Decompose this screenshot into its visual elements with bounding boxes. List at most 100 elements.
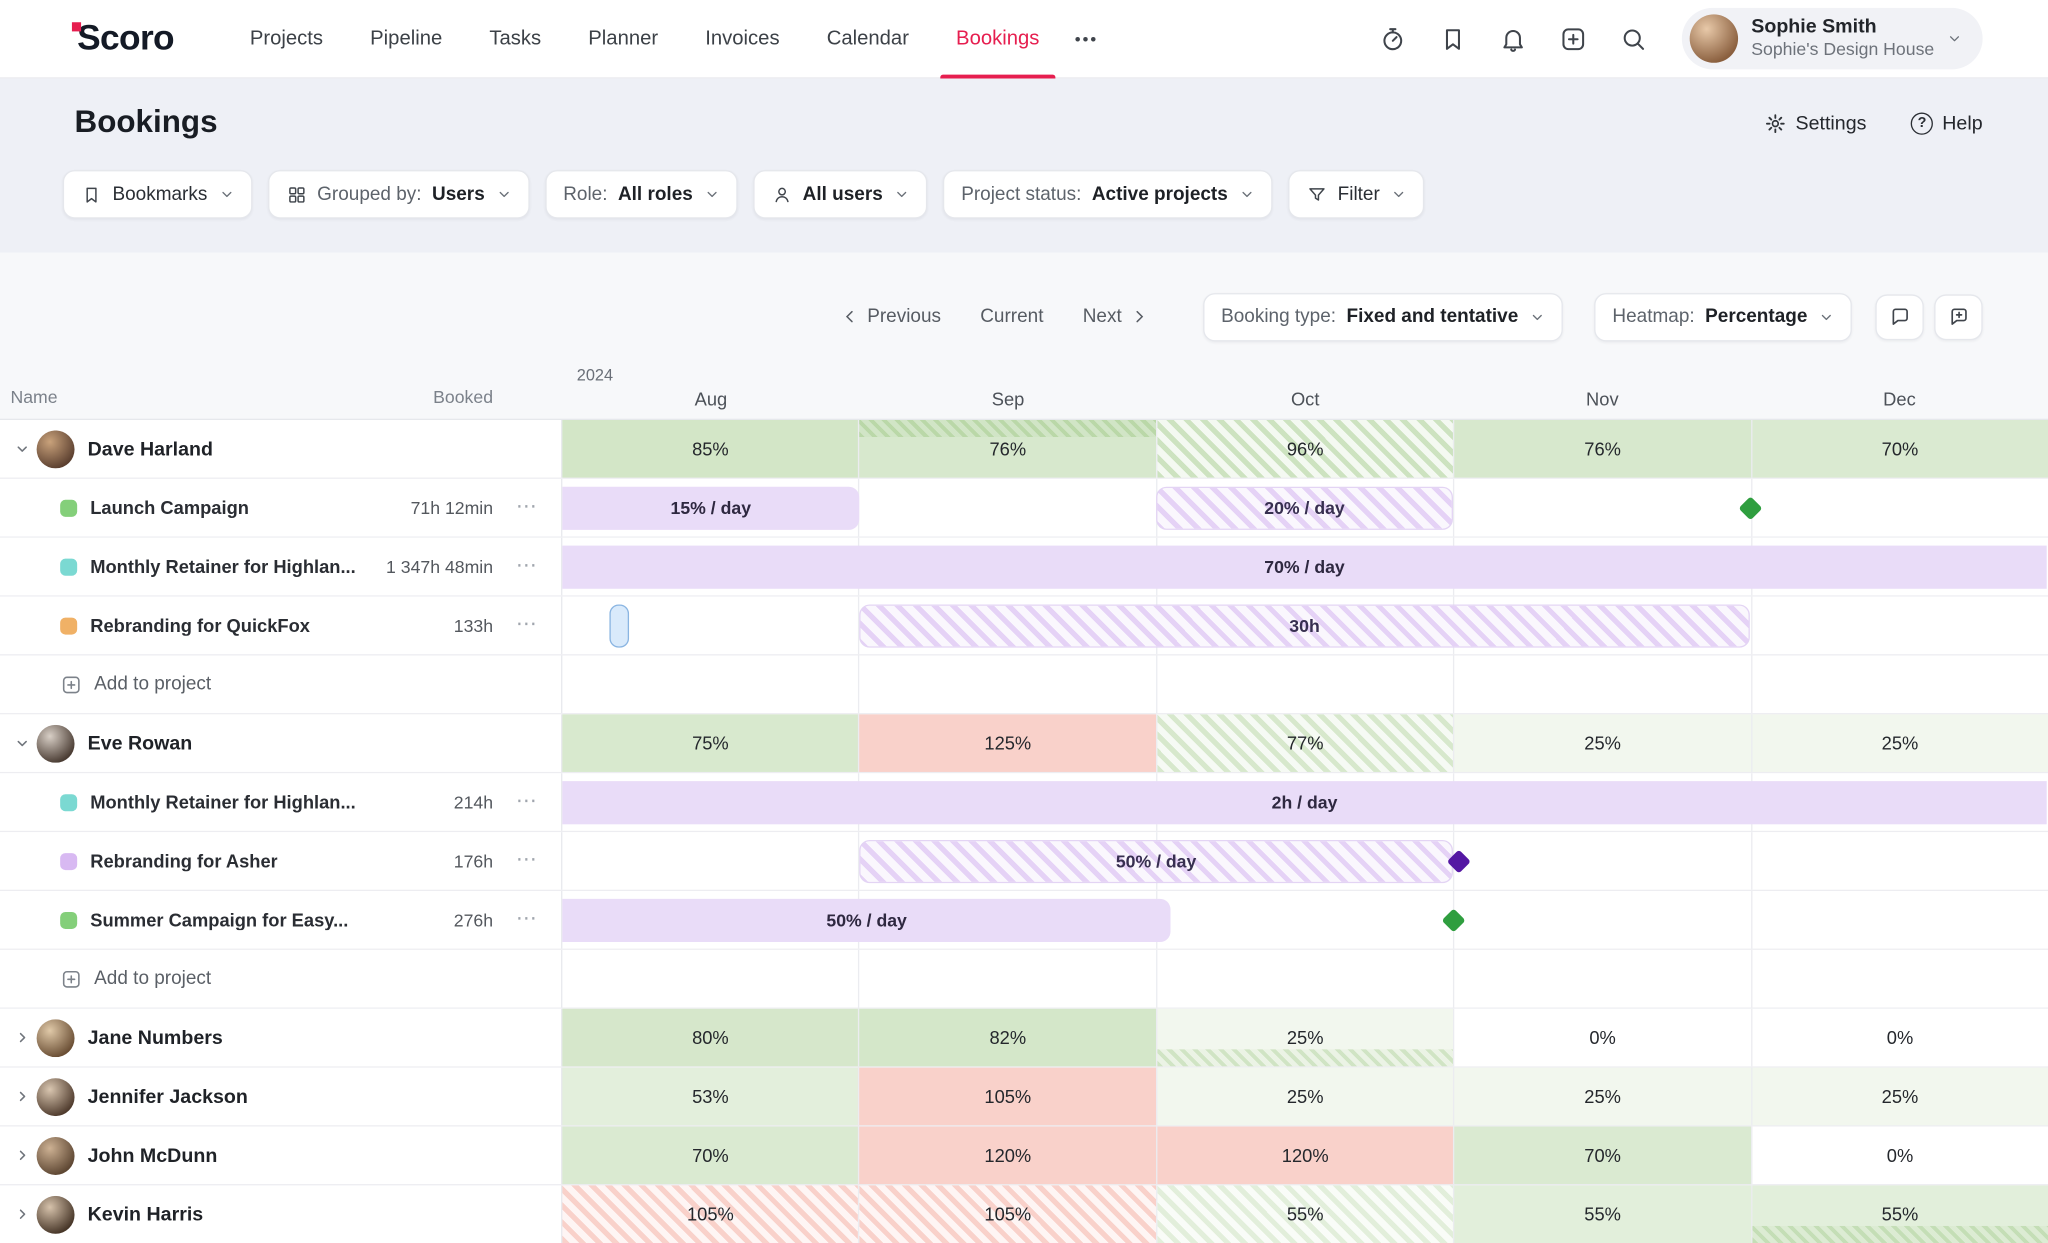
booking-bar[interactable]: 30h (859, 604, 1750, 647)
row-menu-button[interactable]: ⋯ (516, 497, 538, 518)
nav-item-projects[interactable]: Projects (226, 0, 346, 78)
add-to-project-button[interactable]: Add to project (60, 673, 211, 695)
quick-add-button[interactable] (1556, 22, 1590, 56)
heatmap-select[interactable]: Heatmap: Percentage (1594, 292, 1852, 340)
help-button[interactable]: ? Help (1911, 112, 1983, 134)
heatmap-cell: 70% (1453, 1127, 1750, 1185)
heatmap-cell: 82% (858, 1009, 1155, 1067)
heatmap-cell: 96% (1156, 420, 1453, 478)
nav-item-label: Tasks (489, 27, 541, 51)
chevron-down-icon (497, 187, 511, 201)
collapse-group-button[interactable] (10, 735, 34, 751)
current-label: Current (980, 306, 1043, 327)
utilization-value: 25% (1584, 1086, 1621, 1107)
utilization-value: 96% (1287, 438, 1324, 459)
booking-bar[interactable]: 15% / day (562, 487, 859, 530)
booking-bar[interactable]: 70% / day (562, 546, 2046, 589)
filter-filter[interactable]: Filter (1288, 170, 1424, 218)
main-nav: ProjectsPipeline Tasks PlannerInvoices Cale… (226, 0, 1063, 78)
current-button[interactable]: Current (980, 306, 1043, 327)
settings-button[interactable]: Settings (1764, 112, 1866, 134)
booked-hours: 1 347h 48min (357, 557, 493, 577)
booked-hours: 176h (357, 851, 493, 871)
logo-mark-icon (72, 22, 81, 31)
user-menu[interactable]: Sophie Smith Sophie's Design House (1682, 8, 1983, 69)
funnel-icon (1306, 184, 1327, 205)
grid-header-row: Name Booked 2024 AugSepOctNovDec (0, 362, 2048, 420)
timeline-cell (562, 656, 858, 714)
heatmap-cell: 76% (1453, 420, 1750, 478)
filter-grouped-by[interactable]: Grouped by:Users (267, 170, 529, 218)
expand-group-button[interactable] (10, 1030, 34, 1046)
bookmark-icon (1439, 24, 1468, 53)
scoro-logo[interactable]: Scoro (75, 18, 174, 59)
nav-item-tasks[interactable]: Tasks (466, 0, 565, 78)
utilization-value: 25% (1584, 733, 1621, 754)
utilization-value: 85% (692, 438, 729, 459)
comments-toggle-button[interactable] (1875, 294, 1923, 340)
row-menu-button[interactable]: ⋯ (516, 615, 538, 636)
row-menu-button[interactable]: ⋯ (516, 792, 538, 813)
heatmap-cell: 53% (562, 1068, 858, 1126)
nav-item-bookings[interactable]: Bookings (933, 0, 1063, 78)
booking-type-select[interactable]: Booking type: Fixed and tentative (1203, 292, 1563, 340)
booked-hours: 214h (357, 792, 493, 812)
heatmap-cell: 85% (562, 420, 858, 478)
booking-bar[interactable]: 50% / day (562, 899, 1171, 942)
timeline-cell (1453, 479, 1750, 537)
booking-bar[interactable]: 20% / day (1156, 487, 1453, 530)
utilization-value: 0% (1887, 1145, 1913, 1166)
filter-role[interactable]: Role:All roles (545, 170, 737, 218)
utilization-value: 82% (989, 1027, 1026, 1048)
expand-group-button[interactable] (10, 1206, 34, 1222)
grid-icon (286, 184, 307, 205)
chevron-down-icon (1240, 187, 1254, 201)
heatmap-cell: 55% (1156, 1185, 1453, 1243)
timeline-cell (1751, 832, 2048, 890)
nav-item-label: Calendar (827, 27, 909, 51)
timeline-cell (1751, 950, 2048, 1008)
utilization-value: 105% (984, 1086, 1031, 1107)
filter-project-status[interactable]: Project status:Active projects (943, 170, 1272, 218)
next-button[interactable]: Next (1083, 306, 1148, 327)
filter-value: Active projects (1092, 184, 1228, 205)
expand-group-button[interactable] (10, 1147, 34, 1163)
filter-value: Bookmarks (112, 184, 207, 205)
filter-all-users[interactable]: All users (753, 170, 927, 218)
row-menu-button[interactable]: ⋯ (516, 556, 538, 577)
time-tracker-button[interactable] (1376, 22, 1410, 56)
nav-item-pipeline[interactable]: Pipeline (347, 0, 466, 78)
nav-item-calendar[interactable]: Calendar (803, 0, 932, 78)
add-to-project-button[interactable]: Add to project (60, 968, 211, 990)
page-header-band: Bookings Settings ? Help BookmarksGroupe… (0, 79, 2048, 253)
nav-item-invoices[interactable]: Invoices (682, 0, 803, 78)
heatmap-cell: 75% (562, 714, 858, 772)
search-button[interactable] (1617, 22, 1651, 56)
timeline-header: 2024 AugSepOctNovDec (562, 362, 2048, 418)
next-label: Next (1083, 306, 1122, 327)
bookings-grid: Name Booked 2024 AugSepOctNovDec Dave Ha… (0, 362, 2048, 1243)
booking-bar[interactable]: 50% / day (859, 840, 1453, 883)
booking-bar[interactable]: 2h / day (562, 781, 2046, 824)
person-icon (771, 184, 792, 205)
row-menu-button[interactable]: ⋯ (516, 850, 538, 871)
timeline-cell (1156, 891, 1453, 949)
filter-value: All users (803, 184, 883, 205)
nav-item-planner[interactable]: Planner (565, 0, 682, 78)
utilization-value: 76% (1584, 438, 1621, 459)
collapse-group-button[interactable] (10, 441, 34, 457)
chevron-down-icon (1392, 187, 1406, 201)
notifications-button[interactable] (1496, 22, 1530, 56)
add-comment-button[interactable] (1934, 294, 1982, 340)
expand-group-button[interactable] (10, 1089, 34, 1105)
bookmarks-button[interactable] (1436, 22, 1470, 56)
filter-bookmarks[interactable]: Bookmarks (63, 170, 252, 218)
row-menu-button[interactable]: ⋯ (516, 909, 538, 930)
utilization-value: 120% (1282, 1145, 1329, 1166)
timeline-controls: Previous Current Next Booking type: Fixe… (63, 292, 1983, 342)
filter-value: Filter (1338, 184, 1380, 205)
drag-selection[interactable] (610, 604, 630, 647)
previous-button[interactable]: Previous (841, 306, 941, 327)
tentative-hatch (860, 420, 1156, 437)
nav-more-button[interactable] (1063, 0, 1107, 78)
